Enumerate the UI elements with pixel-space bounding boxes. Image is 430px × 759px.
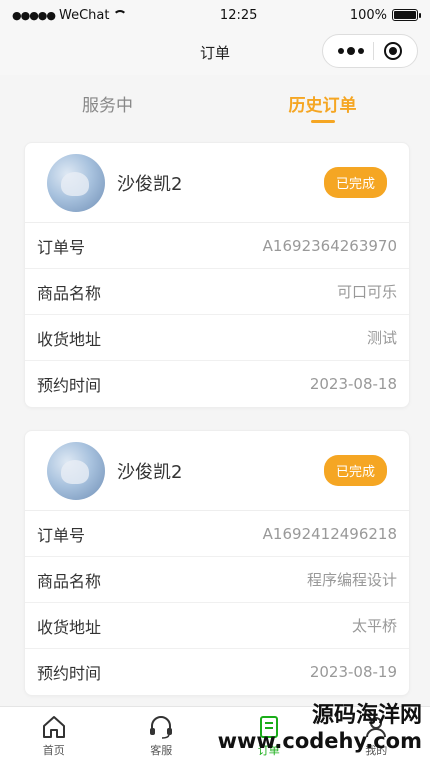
- tabbar-label: 我的: [365, 744, 388, 757]
- avatar: [47, 441, 105, 500]
- order-card-header: 沙俊凯2 已完成: [25, 143, 409, 223]
- tabbar-item-mine[interactable]: 我的: [323, 707, 430, 759]
- order-number: A1692364263970: [262, 236, 397, 255]
- capsule-divider: [373, 42, 375, 60]
- tabbar-label: 客服: [150, 744, 173, 757]
- status-badge: 已完成: [323, 455, 387, 486]
- row-label: 预约时间: [37, 376, 102, 395]
- product-name: 程序编程设计: [306, 571, 397, 589]
- row-label: 订单号: [37, 237, 86, 257]
- product-name-row: 商品名称 程序编程设计: [25, 557, 409, 603]
- appointment-time: 2023-08-18: [309, 375, 397, 393]
- tabbar-item-orders[interactable]: 订单: [215, 707, 323, 759]
- order-number-row: 订单号 A1692364263970: [25, 223, 409, 269]
- tabbar-label: 订单: [257, 744, 280, 757]
- appointment-time-row: 预约时间 2023-08-19: [25, 649, 409, 695]
- headset-icon: [150, 716, 173, 739]
- status-time: 12:25: [219, 7, 258, 23]
- tabbar-item-service[interactable]: 客服: [108, 707, 216, 759]
- address: 测试: [366, 329, 397, 347]
- order-list: 沙俊凯2 已完成 订单号 A1692364263970 商品名称 可口可乐 收货…: [24, 142, 410, 718]
- row-label: 商品名称: [37, 283, 102, 303]
- order-icon: [259, 716, 278, 738]
- order-card[interactable]: 沙俊凯2 已完成 订单号 A1692364263970 商品名称 可口可乐 收货…: [24, 142, 410, 408]
- user-name: 沙俊凯2: [117, 461, 183, 483]
- row-label: 收货地址: [37, 329, 102, 349]
- status-bar: ●●●●● WeChat 12:25 100%: [0, 0, 430, 30]
- mini-program-capsule: [322, 34, 418, 68]
- product-name: 可口可乐: [336, 283, 397, 301]
- avatar: [47, 153, 105, 212]
- page-title: 订单: [199, 44, 230, 62]
- battery-icon: [392, 9, 421, 21]
- order-tabs: 服务中 历史订单: [0, 75, 430, 125]
- home-icon: [42, 716, 65, 738]
- more-icon[interactable]: [337, 47, 364, 55]
- tab-history-orders[interactable]: 历史订单: [215, 75, 430, 125]
- product-name-row: 商品名称 可口可乐: [25, 269, 409, 315]
- row-label: 订单号: [37, 525, 86, 545]
- appointment-time: 2023-08-19: [309, 663, 397, 681]
- navigation-bar: 订单: [0, 30, 430, 75]
- appointment-time-row: 预约时间 2023-08-18: [25, 361, 409, 407]
- user-icon: [366, 717, 387, 738]
- signal-icon: ●●●●●: [12, 8, 56, 22]
- order-card[interactable]: 沙俊凯2 已完成 订单号 A1692412496218 商品名称 程序编程设计 …: [24, 430, 410, 696]
- battery-percent: 100%: [349, 7, 387, 23]
- bottom-tab-bar: 首页 客服 订单 我的: [0, 706, 430, 759]
- order-number: A1692412496218: [262, 524, 397, 543]
- tab-in-service[interactable]: 服务中: [0, 75, 215, 125]
- row-label: 商品名称: [37, 571, 102, 591]
- carrier-name: WeChat: [59, 7, 110, 23]
- tabbar-item-home[interactable]: 首页: [0, 707, 108, 759]
- address-row: 收货地址 测试: [25, 315, 409, 361]
- order-card-header: 沙俊凯2 已完成: [25, 431, 409, 511]
- row-label: 预约时间: [37, 664, 102, 683]
- address-row: 收货地址 太平桥: [25, 603, 409, 649]
- battery-info: 100%: [349, 7, 421, 23]
- status-badge: 已完成: [323, 167, 387, 198]
- wifi-icon: [113, 10, 128, 20]
- close-target-icon[interactable]: [384, 42, 403, 60]
- user-name: 沙俊凯2: [117, 173, 183, 195]
- row-label: 收货地址: [37, 617, 102, 637]
- address: 太平桥: [351, 617, 397, 635]
- order-number-row: 订单号 A1692412496218: [25, 511, 409, 557]
- tabbar-label: 首页: [42, 744, 65, 757]
- carrier-info: ●●●●● WeChat: [12, 7, 128, 23]
